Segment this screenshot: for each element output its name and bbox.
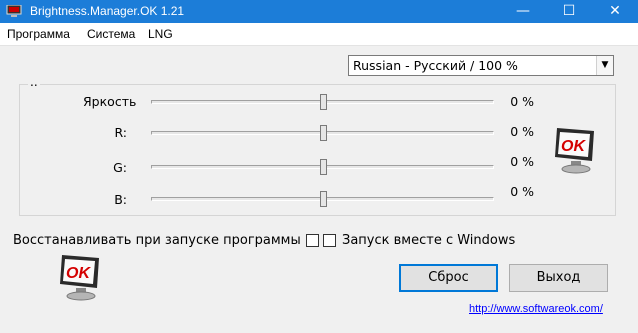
blue-value: 0 %	[510, 184, 534, 199]
logo-text-2: OK	[66, 265, 91, 282]
autostart-label: Запуск вместе с Windows	[342, 233, 516, 248]
menu-system[interactable]: Система	[87, 26, 135, 42]
brightness-value: 0 %	[510, 94, 534, 109]
exit-button[interactable]: Выход	[509, 264, 608, 292]
autostart-checkbox[interactable]	[323, 234, 336, 247]
reset-button[interactable]: Сброс	[399, 264, 498, 292]
brightness-slider-thumb[interactable]	[320, 94, 327, 110]
menu-lng[interactable]: LNG	[148, 26, 173, 42]
ok-monitor-logo-icon: OK	[555, 128, 594, 174]
logo-text: OK	[561, 138, 586, 155]
language-select[interactable]: Russian - Русский / 100 % ▼	[348, 55, 614, 76]
minimize-button[interactable]: —	[500, 0, 546, 23]
title-bar[interactable]: Brightness.Manager.OK 1.21 — ☐ ✕	[0, 0, 638, 23]
blue-label: B:	[114, 192, 127, 207]
ok-monitor-logo-icon-2: OK	[60, 255, 99, 301]
green-label: G:	[113, 160, 127, 175]
restore-on-start-checkbox[interactable]	[306, 234, 319, 247]
menu-bar: Программа Система LNG	[0, 23, 638, 46]
brightness-label: Яркость	[83, 94, 137, 109]
menu-program[interactable]: Программа	[7, 26, 70, 42]
green-slider-thumb[interactable]	[320, 159, 327, 175]
red-slider-thumb[interactable]	[320, 125, 327, 141]
window-title: Brightness.Manager.OK 1.21	[30, 4, 185, 18]
red-label: R:	[114, 125, 127, 140]
language-select-value: Russian - Русский / 100 %	[353, 58, 518, 73]
blue-slider-thumb[interactable]	[320, 191, 327, 207]
website-link[interactable]: http://www.softwareok.com/	[469, 302, 603, 316]
app-monitor-icon	[6, 5, 22, 17]
close-button[interactable]: ✕	[592, 0, 638, 23]
chevron-down-icon[interactable]: ▼	[596, 56, 613, 75]
red-value: 0 %	[510, 124, 534, 139]
green-value: 0 %	[510, 154, 534, 169]
maximize-button[interactable]: ☐	[546, 0, 592, 23]
group-caption: ..	[28, 75, 40, 89]
restore-on-start-label: Восстанавливать при запуске программы	[13, 233, 301, 248]
